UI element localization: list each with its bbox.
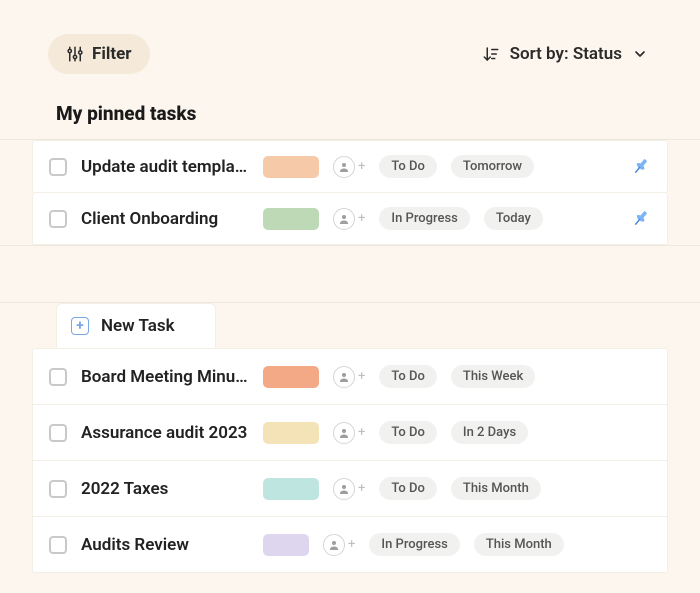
person-icon	[333, 208, 355, 230]
plus-icon: +	[358, 369, 365, 384]
task-title: Board Meeting Minutes	[81, 367, 249, 387]
task-checkbox[interactable]	[49, 480, 67, 498]
task-row[interactable]: Assurance audit 2023 + To Do In 2 Days	[33, 405, 667, 461]
task-row[interactable]: Board Meeting Minutes + To Do This Week	[33, 349, 667, 405]
assignee-add[interactable]: +	[323, 534, 355, 556]
due-badge[interactable]: This Week	[451, 365, 535, 388]
person-icon	[333, 478, 355, 500]
task-checkbox[interactable]	[49, 210, 67, 228]
task-checkbox[interactable]	[49, 158, 67, 176]
status-badge[interactable]: To Do	[379, 477, 437, 500]
priority-tag[interactable]	[263, 366, 319, 388]
sort-label: Sort by: Status	[510, 44, 622, 64]
plus-icon: +	[358, 159, 365, 174]
task-row[interactable]: 2022 Taxes + To Do This Month	[33, 461, 667, 517]
pinned-heading: My pinned tasks	[0, 94, 700, 139]
priority-tag[interactable]	[263, 478, 319, 500]
status-badge[interactable]: To Do	[379, 365, 437, 388]
due-badge[interactable]: This Month	[474, 533, 564, 556]
priority-tag[interactable]	[263, 422, 319, 444]
task-checkbox[interactable]	[49, 368, 67, 386]
assignee-add[interactable]: +	[333, 366, 365, 388]
task-checkbox[interactable]	[49, 536, 67, 554]
filter-button[interactable]: Filter	[48, 34, 150, 74]
person-icon	[333, 366, 355, 388]
plus-icon: +	[348, 537, 355, 552]
new-task-label: New Task	[101, 316, 175, 336]
new-task-button[interactable]: + New Task	[56, 303, 216, 348]
task-checkbox[interactable]	[49, 424, 67, 442]
task-title: Update audit templates	[81, 157, 249, 177]
status-badge[interactable]: To Do	[379, 421, 437, 444]
pin-icon[interactable]	[629, 208, 651, 230]
due-badge[interactable]: This Month	[451, 477, 541, 500]
due-badge[interactable]: Today	[484, 207, 543, 230]
due-badge[interactable]: Tomorrow	[451, 155, 534, 178]
task-title: Audits Review	[81, 535, 249, 555]
plus-icon: +	[358, 481, 365, 496]
task-title: 2022 Taxes	[81, 479, 249, 499]
person-icon	[323, 534, 345, 556]
due-badge[interactable]: In 2 Days	[451, 421, 528, 444]
filter-label: Filter	[92, 44, 132, 64]
plus-icon: +	[358, 425, 365, 440]
pin-icon[interactable]	[629, 156, 651, 178]
priority-tag[interactable]	[263, 534, 309, 556]
task-title: Client Onboarding	[81, 209, 249, 229]
task-row[interactable]: Update audit templates + To Do Tomorrow	[32, 140, 668, 193]
sort-button[interactable]: Sort by: Status	[478, 36, 652, 72]
plus-icon: +	[358, 211, 365, 226]
chevron-down-icon	[632, 46, 648, 62]
assignee-add[interactable]: +	[333, 478, 365, 500]
plus-icon: +	[71, 317, 89, 335]
assignee-add[interactable]: +	[333, 422, 365, 444]
status-badge[interactable]: To Do	[379, 155, 437, 178]
task-row[interactable]: Audits Review + In Progress This Month	[33, 517, 667, 572]
task-title: Assurance audit 2023	[81, 423, 249, 443]
priority-tag[interactable]	[263, 156, 319, 178]
person-icon	[333, 156, 355, 178]
sort-icon	[482, 45, 500, 63]
priority-tag[interactable]	[263, 208, 319, 230]
sliders-icon	[66, 45, 84, 63]
status-badge[interactable]: In Progress	[379, 207, 469, 230]
person-icon	[333, 422, 355, 444]
task-row[interactable]: Client Onboarding + In Progress Today	[32, 193, 668, 245]
assignee-add[interactable]: +	[333, 208, 365, 230]
assignee-add[interactable]: +	[333, 156, 365, 178]
status-badge[interactable]: In Progress	[369, 533, 459, 556]
